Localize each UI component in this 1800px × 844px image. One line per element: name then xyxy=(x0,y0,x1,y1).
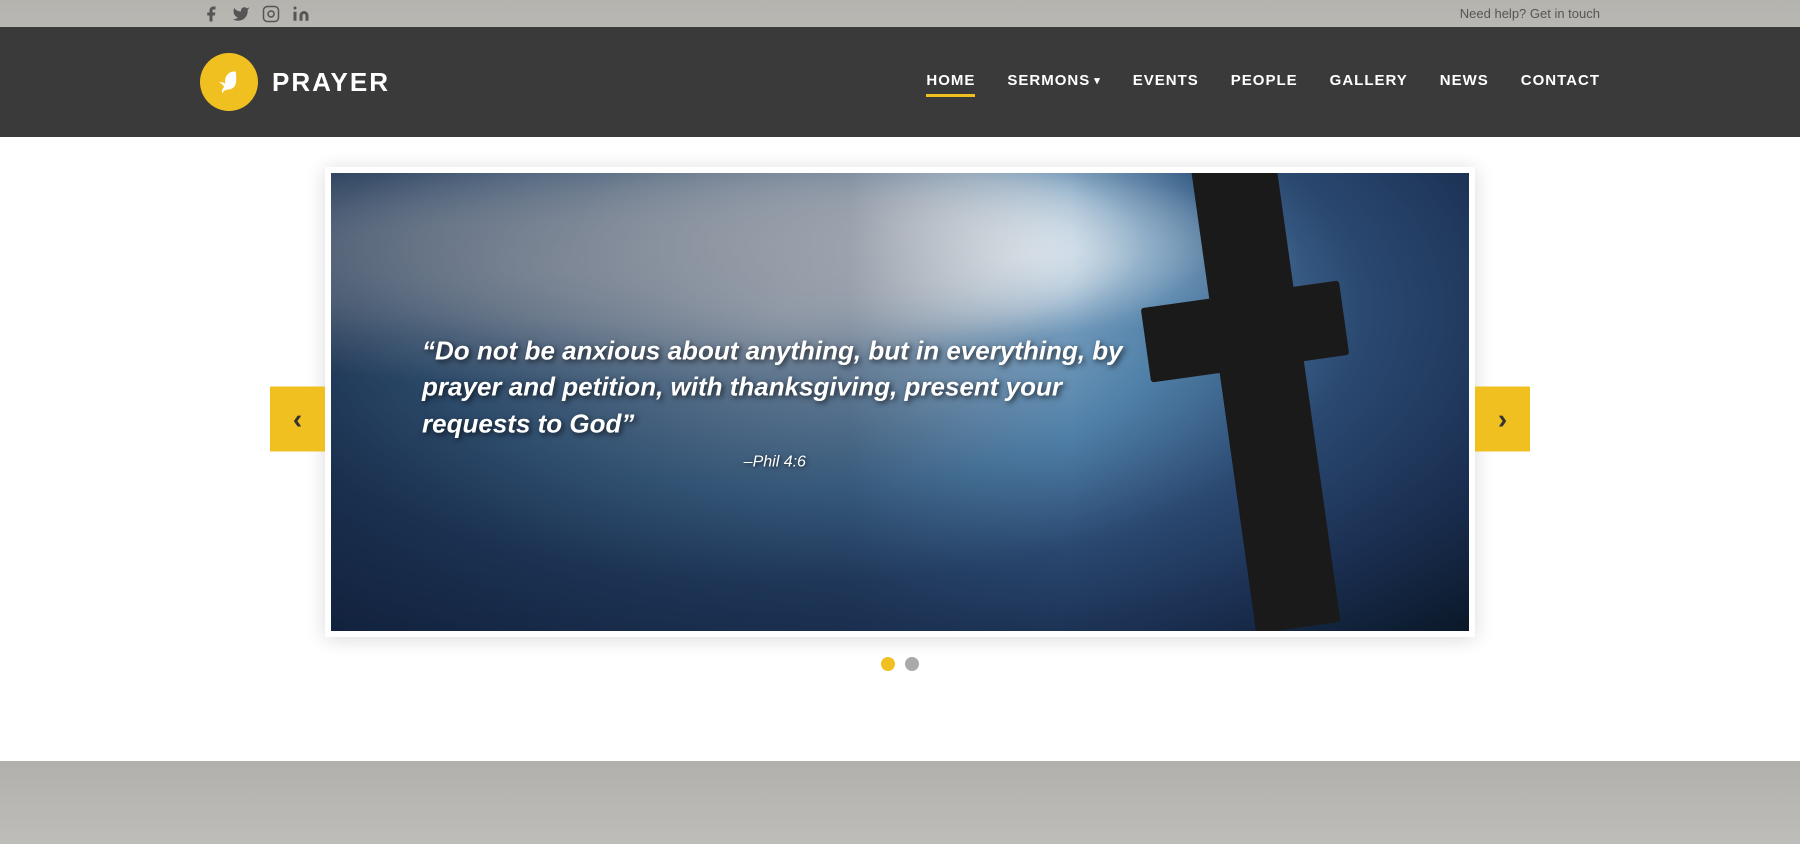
cross-vertical-bar xyxy=(1190,173,1341,631)
instagram-icon[interactable] xyxy=(260,3,282,25)
slide-1: “Do not be anxious about anything, but i… xyxy=(325,167,1475,637)
header: PRAYER HOME SERMONS ▾ EVENTS PEOPLE GALL… xyxy=(0,27,1800,137)
main-nav: HOME SERMONS ▾ EVENTS PEOPLE GALLERY NEW… xyxy=(926,72,1600,93)
nav-home[interactable]: HOME xyxy=(926,72,975,93)
top-bar: Need help? Get in touch xyxy=(0,0,1800,27)
sermons-with-arrow: SERMONS ▾ xyxy=(1007,72,1100,89)
cross-silhouette xyxy=(1175,173,1355,630)
slideshow: “Do not be anxious about anything, but i… xyxy=(325,167,1475,671)
help-text: Need help? Get in touch xyxy=(1460,6,1600,21)
logo-text: PRAYER xyxy=(272,67,390,98)
nav-news[interactable]: NEWS xyxy=(1440,72,1489,93)
slide-quote-block: “Do not be anxious about anything, but i… xyxy=(422,332,1128,471)
prev-arrow-icon: ‹ xyxy=(293,403,302,435)
nav-sermons[interactable]: SERMONS ▾ xyxy=(1007,72,1100,93)
social-icons xyxy=(200,3,312,25)
nav-contact[interactable]: CONTACT xyxy=(1521,72,1600,93)
next-arrow-icon: › xyxy=(1498,403,1507,435)
linkedin-icon[interactable] xyxy=(290,3,312,25)
logo[interactable]: PRAYER xyxy=(200,53,390,111)
slide-dot-1[interactable] xyxy=(881,657,895,671)
page-background: Need help? Get in touch PRAYER HOME SERM… xyxy=(0,0,1800,844)
sermons-dropdown-arrow: ▾ xyxy=(1094,74,1101,87)
slide-next-button[interactable]: › xyxy=(1475,387,1530,452)
content-area: “Do not be anxious about anything, but i… xyxy=(0,137,1800,761)
slide-prev-button[interactable]: ‹ xyxy=(270,387,325,452)
slide-dots xyxy=(325,657,1475,671)
nav-gallery[interactable]: GALLERY xyxy=(1330,72,1408,93)
slide-dot-2[interactable] xyxy=(905,657,919,671)
nav-events[interactable]: EVENTS xyxy=(1133,72,1199,93)
slide-quote-reference: –Phil 4:6 xyxy=(422,454,1128,472)
facebook-icon[interactable] xyxy=(200,3,222,25)
logo-circle xyxy=(200,53,258,111)
slide-quote-text: “Do not be anxious about anything, but i… xyxy=(422,332,1128,441)
twitter-icon[interactable] xyxy=(230,3,252,25)
nav-people[interactable]: PEOPLE xyxy=(1231,72,1298,93)
